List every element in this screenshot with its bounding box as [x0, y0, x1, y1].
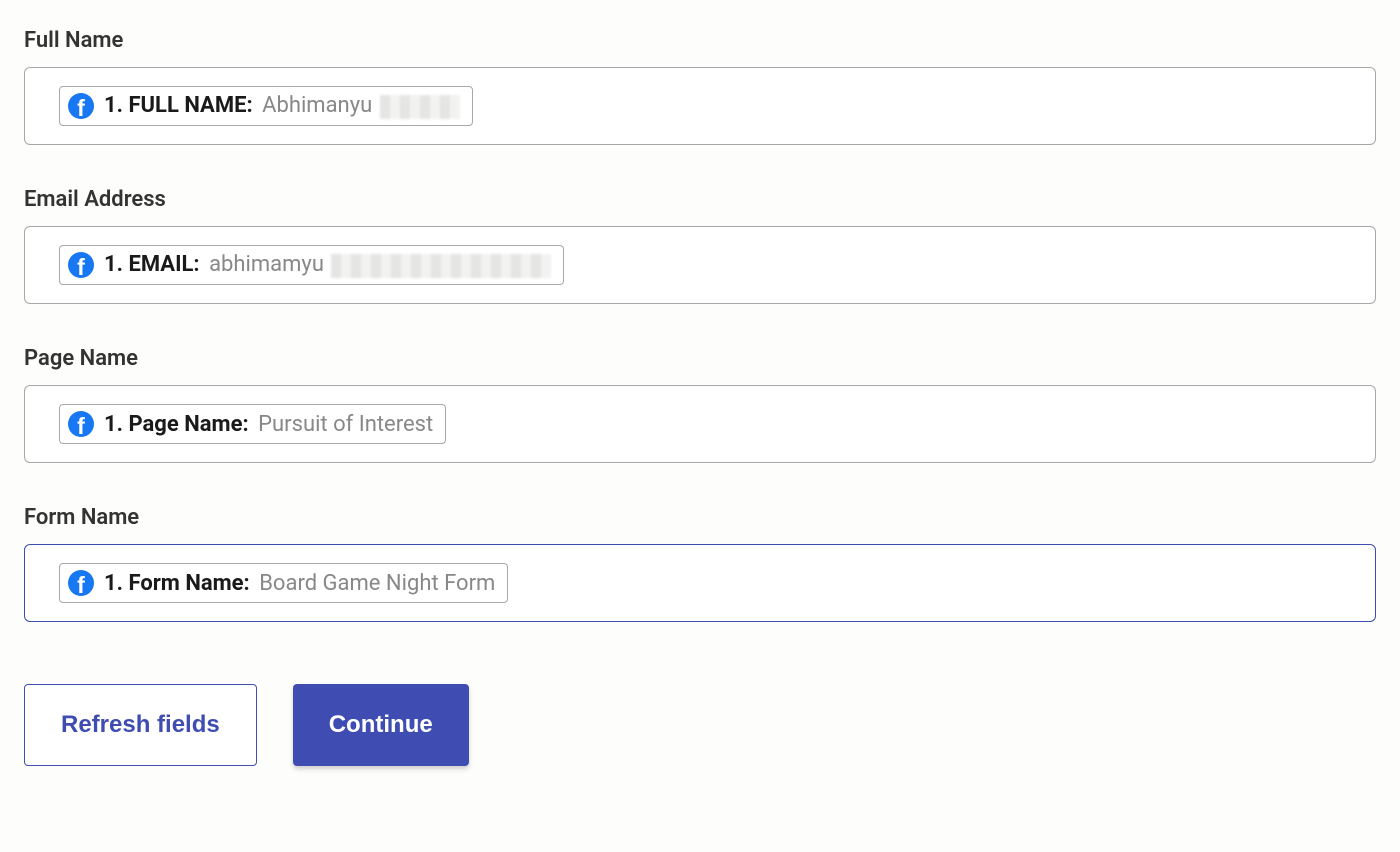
facebook-icon	[68, 570, 94, 596]
pill-text: 1. EMAIL: abhimamyu	[104, 252, 551, 277]
pill-text: 1. Page Name: Pursuit of Interest	[104, 412, 433, 437]
field-label-page-name: Page Name	[24, 346, 1376, 371]
redacted-text	[331, 254, 551, 278]
button-row: Refresh fields Continue	[24, 684, 1376, 766]
pill-value: abhimamyu	[209, 252, 324, 277]
field-full-name: Full Name 1. FULL NAME: Abhimanyu	[24, 28, 1376, 145]
pill-key: 1. EMAIL:	[104, 252, 200, 277]
continue-button[interactable]: Continue	[293, 684, 469, 766]
pill-value: Board Game Night Form	[259, 571, 495, 596]
field-label-full-name: Full Name	[24, 28, 1376, 53]
redacted-text	[380, 95, 460, 119]
facebook-icon	[68, 252, 94, 278]
field-input-full-name[interactable]: 1. FULL NAME: Abhimanyu	[24, 67, 1376, 145]
field-page-name: Page Name 1. Page Name: Pursuit of Inter…	[24, 346, 1376, 463]
facebook-icon	[68, 411, 94, 437]
pill-value: Abhimanyu	[262, 93, 372, 118]
field-label-form-name: Form Name	[24, 505, 1376, 530]
pill-text: 1. FULL NAME: Abhimanyu	[104, 93, 460, 118]
facebook-icon	[68, 93, 94, 119]
pill-text: 1. Form Name: Board Game Night Form	[104, 571, 495, 596]
pill-key: 1. Page Name:	[104, 412, 249, 437]
field-input-page-name[interactable]: 1. Page Name: Pursuit of Interest	[24, 385, 1376, 463]
pill-value: Pursuit of Interest	[258, 412, 433, 437]
mapping-pill-full-name[interactable]: 1. FULL NAME: Abhimanyu	[59, 86, 473, 126]
pill-key: 1. FULL NAME:	[104, 93, 253, 118]
field-form-name: Form Name 1. Form Name: Board Game Night…	[24, 505, 1376, 622]
field-label-email: Email Address	[24, 187, 1376, 212]
pill-key: 1. Form Name:	[104, 571, 250, 596]
mapping-pill-form-name[interactable]: 1. Form Name: Board Game Night Form	[59, 563, 508, 603]
field-email: Email Address 1. EMAIL: abhimamyu	[24, 187, 1376, 304]
field-input-form-name[interactable]: 1. Form Name: Board Game Night Form	[24, 544, 1376, 622]
refresh-fields-button[interactable]: Refresh fields	[24, 684, 257, 766]
mapping-pill-email[interactable]: 1. EMAIL: abhimamyu	[59, 245, 564, 285]
field-input-email[interactable]: 1. EMAIL: abhimamyu	[24, 226, 1376, 304]
mapping-pill-page-name[interactable]: 1. Page Name: Pursuit of Interest	[59, 404, 446, 444]
